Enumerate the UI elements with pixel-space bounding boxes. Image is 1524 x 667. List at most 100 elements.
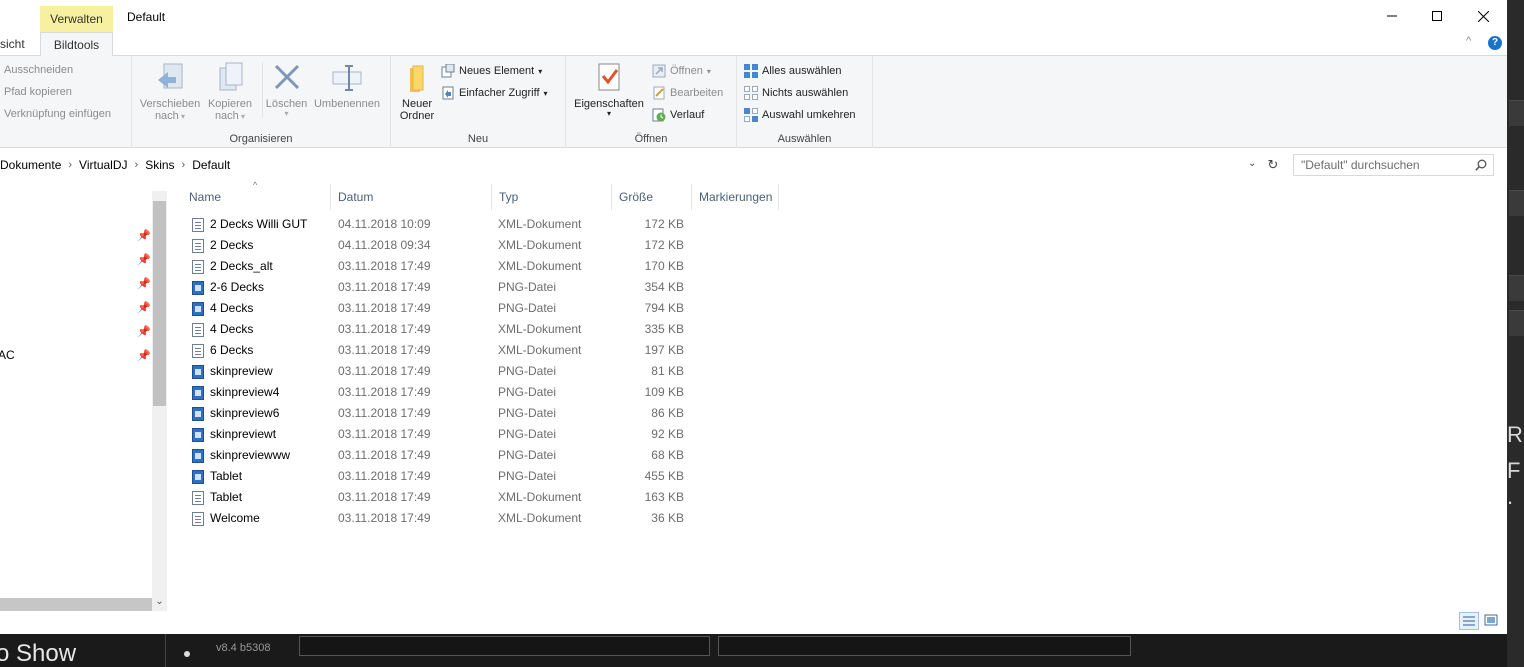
new-folder-button[interactable]: Neuer Ordner [395, 62, 439, 122]
group-clipboard: Ausschneiden Pfad kopieren Verknüpfung e… [0, 56, 132, 148]
pin-icon[interactable]: 📌 [137, 277, 151, 290]
collapse-ribbon-icon[interactable]: ^ [1466, 35, 1471, 47]
file-row[interactable]: skinpreviewt 03.11.2018 17:49 PNG-Datei 92 … [188, 424, 688, 445]
tab-picture-tools[interactable]: Bildtools [40, 32, 113, 57]
file-size: 68 KB [651, 448, 684, 462]
file-row[interactable]: skinpreviewww 03.11.2018 17:49 PNG-Datei 68… [188, 445, 688, 466]
help-icon[interactable]: ? [1488, 36, 1502, 50]
file-row[interactable]: 2 Decks_alt 03.11.2018 17:49 XML-Dokument 1… [188, 256, 688, 277]
column-size[interactable]: Größe [612, 184, 692, 210]
file-row[interactable]: 2 Decks Willi GUT 04.11.2018 10:09 XML-Dok… [188, 214, 688, 235]
pin-icon[interactable]: 📌 [137, 349, 151, 362]
invert-selection-button[interactable]: Auswahl umkehren [744, 108, 856, 122]
group-select: Alles auswählen Nichts auswählen Auswahl… [737, 56, 873, 148]
maximize-button[interactable] [1414, 0, 1460, 32]
file-row[interactable]: skinpreview6 03.11.2018 17:49 PNG-Datei 86 … [188, 403, 688, 424]
easy-access-icon [441, 86, 455, 100]
breadcrumb-virtualdj[interactable]: VirtualDJ [74, 158, 132, 172]
new-item-button[interactable]: Neues Element ▾ [441, 63, 542, 78]
file-row[interactable]: 2-6 Decks 03.11.2018 17:49 PNG-Datei 354 KB [188, 277, 688, 298]
file-row[interactable]: Welcome 03.11.2018 17:49 XML-Dokument 36 KB [188, 508, 688, 529]
chevron-right-icon[interactable]: › [133, 159, 141, 171]
scroll-down-icon[interactable]: ⌄ [152, 596, 167, 611]
file-date: 03.11.2018 17:49 [338, 385, 431, 399]
delete-button[interactable]: Löschen ▾ [262, 62, 310, 118]
file-size: 36 KB [651, 511, 684, 525]
copy-to-icon [214, 62, 246, 94]
file-name: 4 Decks [210, 322, 254, 336]
file-row[interactable]: 2 Decks 04.11.2018 09:34 XML-Dokument 172 K… [188, 235, 688, 256]
file-size: 92 KB [651, 427, 684, 441]
file-name: skinpreview4 [210, 385, 280, 399]
breadcrumb-skins[interactable]: Skins [140, 158, 179, 172]
search-icon[interactable] [1475, 157, 1487, 177]
rename-button[interactable]: Umbenennen [310, 62, 384, 110]
address-dropdown-icon[interactable]: ⌄ [1248, 158, 1256, 169]
address-bar[interactable]: Dokumente › VirtualDJ › Skins › Default [0, 154, 1264, 176]
file-size: 335 KB [644, 322, 684, 336]
file-name: Welcome [210, 511, 260, 525]
file-type: XML-Dokument [498, 259, 582, 273]
large-icons-view-button[interactable] [1483, 612, 1501, 630]
minimize-icon [1387, 15, 1397, 17]
breadcrumb-default[interactable]: Default [187, 158, 235, 172]
pin-icon[interactable]: 📌 [137, 253, 151, 266]
pin-icon[interactable]: 📌 [137, 301, 151, 314]
pin-icon[interactable]: 📌 [137, 325, 151, 338]
cut-button[interactable]: Ausschneiden [4, 64, 73, 76]
file-row[interactable]: 4 Decks 03.11.2018 17:49 PNG-Datei 794 KB [188, 298, 688, 319]
group-organize: Verschieben nach ▾ Kopieren nach ▾ Lösch… [132, 56, 391, 148]
tab-view[interactable]: sicht [0, 32, 25, 56]
copy-path-button[interactable]: Pfad kopieren [4, 86, 72, 98]
pin-icon[interactable]: 📌 [137, 229, 151, 242]
copy-to-button[interactable]: Kopieren nach ▾ [202, 62, 258, 122]
select-none-button[interactable]: Nichts auswählen [744, 86, 848, 100]
bg-show-text: o Show [0, 640, 77, 667]
file-date: 04.11.2018 10:09 [338, 217, 431, 231]
nav-scrollbar[interactable] [152, 191, 167, 611]
select-all-icon [744, 64, 758, 78]
file-row[interactable]: skinpreview4 03.11.2018 17:49 PNG-Datei 109… [188, 382, 688, 403]
open-button[interactable]: Öffnen ▾ [652, 64, 711, 78]
bg-strip [1509, 310, 1524, 336]
bg-deck-box [299, 636, 710, 656]
background-app-right: RO F . [1507, 0, 1524, 667]
file-date: 03.11.2018 17:49 [338, 427, 431, 441]
paste-shortcut-label: Verknüpfung einfügen [4, 108, 112, 120]
select-none-label: Nichts auswählen [762, 87, 849, 99]
column-date[interactable]: Datum [331, 184, 492, 210]
breadcrumb-documents[interactable]: Dokumente [0, 158, 66, 172]
group-new-label: Neu [467, 133, 489, 145]
file-row[interactable]: Tablet 03.11.2018 17:49 PNG-Datei 455 KB [188, 466, 688, 487]
minimize-button[interactable] [1369, 0, 1415, 32]
search-input[interactable]: "Default" durchsuchen [1293, 154, 1494, 176]
nav-item-partial[interactable]: AC [0, 348, 15, 362]
refresh-icon[interactable]: ↻ [1264, 154, 1282, 176]
chevron-right-icon[interactable]: › [180, 159, 188, 171]
nav-scrollbar-thumb[interactable] [153, 201, 166, 406]
file-row[interactable]: Tablet 03.11.2018 17:49 XML-Dokument 163 KB [188, 487, 688, 508]
paste-shortcut-button[interactable]: Verknüpfung einfügen [4, 108, 111, 120]
file-row[interactable]: 4 Decks 03.11.2018 17:49 XML-Dokument 335 K… [188, 319, 688, 340]
xml-file-icon [192, 239, 204, 253]
image-file-icon [192, 386, 204, 400]
file-row[interactable]: 6 Decks 03.11.2018 17:49 XML-Dokument 197 K… [188, 340, 688, 361]
close-button[interactable] [1460, 0, 1506, 32]
bg-divider [165, 634, 166, 667]
history-button[interactable]: Verlauf [652, 108, 704, 122]
move-to-icon [154, 62, 186, 94]
properties-button[interactable]: Eigenschaften ▾ [570, 62, 648, 118]
column-tags[interactable]: Markierungen [692, 184, 779, 210]
file-row[interactable]: skinpreview 03.11.2018 17:49 PNG-Datei 81 K… [188, 361, 688, 382]
select-all-button[interactable]: Alles auswählen [744, 64, 842, 78]
easy-access-button[interactable]: Einfacher Zugriff ▾ [441, 86, 548, 100]
xml-file-icon [192, 260, 204, 274]
file-type: PNG-Datei [498, 469, 557, 483]
nav-horizontal-scrollbar[interactable] [0, 598, 152, 611]
details-view-button[interactable] [1459, 612, 1479, 630]
column-type[interactable]: Typ [492, 184, 612, 210]
chevron-right-icon[interactable]: › [66, 159, 74, 171]
context-tab-manage[interactable]: Verwalten [40, 6, 113, 32]
edit-button[interactable]: Bearbeiten [652, 86, 723, 100]
move-to-button[interactable]: Verschieben nach ▾ [138, 62, 202, 122]
